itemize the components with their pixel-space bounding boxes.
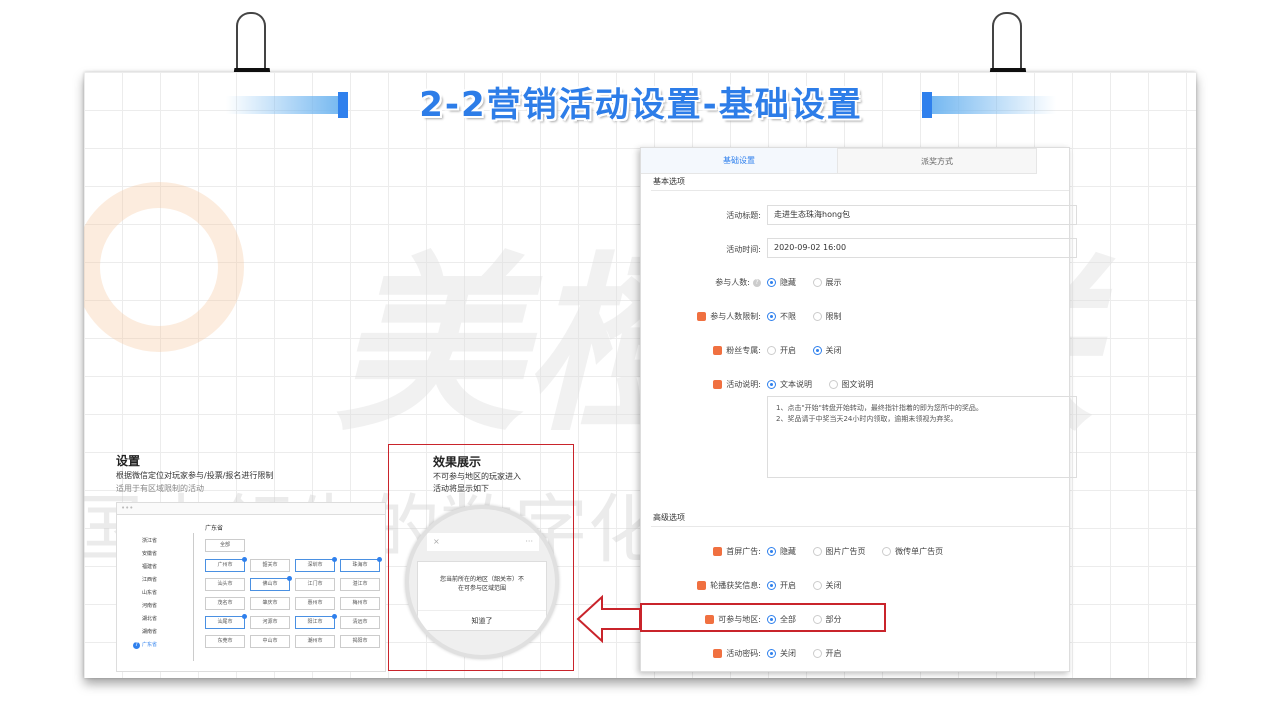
- label-desc: 活动说明:: [641, 379, 761, 390]
- province-item[interactable]: 安徽省: [117, 550, 157, 557]
- phone-preview-magnifier: × ··· 您当前所在的地区（韶关市）不 在可参与区域范围 知道了: [405, 505, 559, 659]
- radio-ad-hide[interactable]: [767, 547, 776, 556]
- city-chip[interactable]: 广州市: [205, 557, 247, 572]
- section-advanced: 高级选项: [653, 513, 685, 522]
- radio-fans-on[interactable]: [767, 346, 776, 355]
- province-item[interactable]: 湖北省: [117, 615, 157, 622]
- city-chip[interactable]: 汕头市: [205, 578, 245, 591]
- radio-carousel-on[interactable]: [767, 581, 776, 590]
- pointer-arrow-icon: [576, 594, 641, 644]
- setting-icon: [713, 346, 723, 355]
- province-item[interactable]: 7 广东省: [117, 641, 157, 649]
- region-highlight-box: [640, 603, 886, 632]
- city-chip[interactable]: 阳江市: [295, 614, 337, 629]
- limit-radio-group: 不限 限制: [767, 311, 856, 322]
- title-input[interactable]: 走进生态珠海hong包: [767, 205, 1077, 225]
- region-settings-demo: 设置 根据微信定位对玩家参与/投票/报名进行限制 适用于有区域限制的活动 •••…: [116, 452, 386, 674]
- city-chip[interactable]: 梅州市: [340, 597, 380, 610]
- radio-fans-off[interactable]: [812, 346, 822, 355]
- city-chip[interactable]: 佛山市: [250, 576, 292, 591]
- radio-ad-image[interactable]: [812, 547, 822, 556]
- fans-radio-group: 开启 关闭: [767, 345, 856, 356]
- desc-radio-group: 文本说明 图文说明: [767, 379, 888, 390]
- close-icon[interactable]: ×: [433, 537, 440, 546]
- setting-icon: [713, 649, 723, 658]
- count-badge: 7: [132, 642, 140, 649]
- city-chip[interactable]: 湛江市: [340, 578, 380, 591]
- city-chip[interactable]: 潮州市: [295, 635, 335, 648]
- radio-unlimited[interactable]: [767, 312, 776, 321]
- settings-panel: 基础设置 派奖方式 基本选项 活动标题: 走进生态珠海hong包 活动时间: 2…: [640, 147, 1077, 672]
- ad-radio-group: 隐藏 图片广告页 微传单广告页: [767, 546, 957, 557]
- radio-carousel-off[interactable]: [812, 581, 822, 590]
- alert-dialog: 您当前所在的地区（韶关市）不 在可参与区域范围 知道了: [417, 561, 547, 631]
- city-chip[interactable]: 深圳市: [295, 557, 337, 572]
- city-chip[interactable]: 东莞市: [205, 635, 245, 648]
- region-picker: 浙江省安徽省福建省江西省山东省河南省湖北省湖南省 7 广东省 广东省 全部 广州市韶…: [116, 514, 386, 672]
- title-banner: 2-2营销活动设置-基础设置: [226, 82, 1056, 128]
- setting-icon: [697, 312, 707, 321]
- label-fans: 粉丝专属:: [641, 345, 761, 356]
- city-chip[interactable]: 茂名市: [205, 597, 245, 610]
- city-chip[interactable]: 汕尾市: [205, 614, 247, 629]
- radio-text-desc[interactable]: [767, 380, 776, 389]
- participants-radio-group: 隐藏 展示: [767, 277, 856, 288]
- watermark-logo-circle: [84, 182, 244, 352]
- tab-prize-method[interactable]: 派奖方式: [837, 148, 1037, 174]
- city-chip[interactable]: 珠海市: [340, 557, 382, 572]
- province-header: 广东省: [205, 525, 224, 532]
- radio-password-on[interactable]: [812, 649, 822, 658]
- effect-demo-box: 效果展示 不可参与地区的玩家进入 活动将显示如下 × ··· 您当前所在的地区（…: [388, 444, 574, 671]
- label-participants: 参与人数:?: [641, 277, 761, 288]
- effect-desc-2: 活动将显示如下: [433, 484, 489, 493]
- effect-desc-1: 不可参与地区的玩家进入: [433, 472, 521, 481]
- settings-heading: 设置: [116, 454, 141, 468]
- city-chip[interactable]: 河源市: [250, 616, 290, 629]
- help-icon: ?: [753, 278, 761, 287]
- password-radio-group: 关闭 开启: [767, 648, 856, 659]
- desc-textarea[interactable]: 1、点击"开始"转盘开始转动，最终指针指着的即为您所中的奖品。 2、奖品请于中奖…: [767, 396, 1077, 478]
- radio-ad-flyer[interactable]: [882, 547, 892, 556]
- tab-basic-settings[interactable]: 基础设置: [641, 148, 837, 174]
- province-item[interactable]: 湖南省: [117, 628, 157, 635]
- city-chip[interactable]: 惠州市: [295, 597, 335, 610]
- city-chip[interactable]: 江门市: [295, 578, 335, 591]
- radio-password-off[interactable]: [767, 649, 776, 658]
- radio-hide[interactable]: [767, 278, 776, 287]
- settings-desc-2: 适用于有区域限制的活动: [116, 484, 204, 493]
- city-chip[interactable]: 肇庆市: [250, 597, 290, 610]
- all-button[interactable]: 全部: [205, 539, 245, 552]
- effect-heading: 效果展示: [433, 455, 482, 469]
- section-basic: 基本选项: [653, 177, 685, 186]
- province-item[interactable]: 浙江省: [117, 537, 157, 544]
- radio-show[interactable]: [812, 278, 822, 287]
- province-item[interactable]: 河南省: [117, 602, 157, 609]
- setting-icon: [713, 547, 723, 556]
- setting-icon: [697, 581, 707, 590]
- province-item[interactable]: 江西省: [117, 576, 157, 583]
- setting-icon: [713, 380, 723, 389]
- more-icon[interactable]: ···: [525, 533, 533, 551]
- province-item[interactable]: 山东省: [117, 589, 157, 596]
- city-chip[interactable]: 韶关市: [250, 559, 290, 572]
- dialog-ok-button[interactable]: 知道了: [418, 610, 546, 630]
- label-ad: 首屏广告:: [641, 546, 761, 557]
- label-carousel: 轮播获奖信息:: [641, 580, 761, 591]
- label-time: 活动时间:: [726, 245, 761, 254]
- label-password: 活动密码:: [641, 648, 761, 659]
- page-title: 2-2营销活动设置-基础设置: [419, 85, 863, 125]
- carousel-radio-group: 开启 关闭: [767, 580, 856, 591]
- city-chip[interactable]: 清远市: [340, 616, 380, 629]
- province-item[interactable]: 福建省: [117, 563, 157, 570]
- time-input[interactable]: 2020-09-02 16:00: [767, 238, 1077, 258]
- label-limit: 参与人数限制:: [641, 311, 761, 322]
- settings-desc-1: 根据微信定位对玩家参与/投票/报名进行限制: [116, 471, 274, 480]
- city-chip[interactable]: 中山市: [250, 635, 290, 648]
- label-title: 活动标题:: [726, 211, 761, 220]
- radio-limited[interactable]: [812, 312, 822, 321]
- radio-image-desc[interactable]: [828, 380, 838, 389]
- city-chip[interactable]: 揭阳市: [340, 635, 380, 648]
